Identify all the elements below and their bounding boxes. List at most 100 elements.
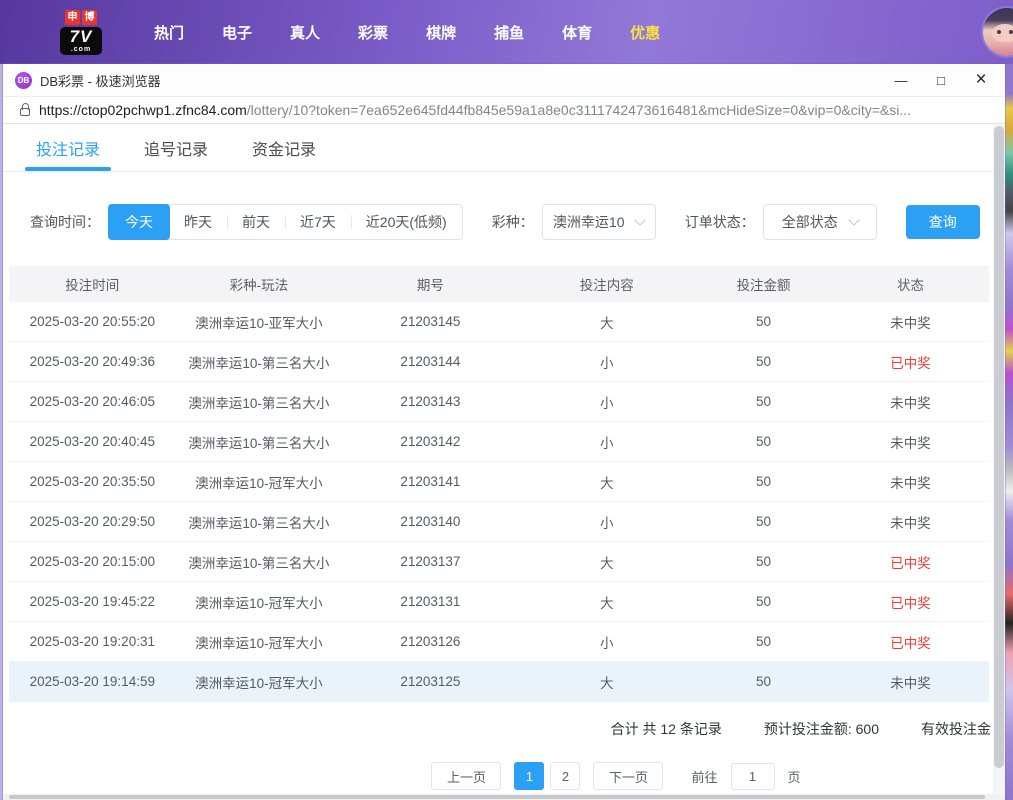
nav-item[interactable]: 电子 — [203, 22, 271, 43]
cell-game-play: 澳洲幸运10-冠军大小 — [176, 672, 343, 692]
cell-bet-content: 小 — [519, 432, 695, 452]
time-filter-group: 今天 昨天 前天 近7天 近20天(低频) — [108, 204, 463, 240]
time-filter-option[interactable]: 近20天(低频) — [351, 205, 462, 239]
filter-bar: 查询时间： 今天 昨天 前天 近7天 近20天(低频) 彩种： 澳洲幸运10 订… — [30, 204, 993, 240]
cell-bet-content: 小 — [519, 352, 695, 372]
record-tabs: 投注记录 追号记录 资金记录 — [3, 124, 993, 172]
time-filter-option[interactable]: 前天 — [227, 205, 285, 239]
column-header: 投注内容 — [519, 274, 695, 294]
cell-bet-time: 2025-03-20 20:40:45 — [9, 434, 176, 449]
status-filter-label: 订单状态： — [685, 212, 755, 232]
table-row: 2025-03-20 19:14:59 澳洲幸运10-冠军大小 21203125… — [9, 662, 989, 702]
cell-bet-content: 大 — [519, 312, 695, 332]
cell-status: 已中奖 — [832, 592, 989, 612]
nav-item[interactable]: 热门 — [135, 22, 203, 43]
minimize-icon[interactable]: — — [881, 66, 921, 94]
cell-bet-time: 2025-03-20 20:29:50 — [9, 514, 176, 529]
nav-item[interactable]: 捕鱼 — [475, 22, 543, 43]
address-bar[interactable]: https://ctop02pchwp1.zfnc84.com/lottery/… — [3, 96, 1005, 124]
cell-bet-amount: 50 — [695, 314, 832, 329]
logo-badge-bo: 博 — [82, 10, 97, 25]
cell-bet-content: 大 — [519, 472, 695, 492]
cell-game-play: 澳洲幸运10-第三名大小 — [176, 512, 343, 532]
chevron-down-icon — [848, 214, 859, 225]
nav-item[interactable]: 真人 — [271, 22, 339, 43]
tab[interactable]: 投注记录 — [36, 124, 100, 171]
close-icon[interactable]: × — [961, 66, 1001, 94]
vertical-scrollbar-thumb[interactable] — [994, 126, 1004, 768]
cell-bet-amount: 50 — [695, 474, 832, 489]
background-page-right-edge — [1005, 64, 1013, 800]
logo-com-text: .com — [60, 46, 102, 53]
horizontal-scrollbar-thumb[interactable] — [9, 795, 985, 799]
page-number-button[interactable]: 1 — [514, 762, 544, 790]
table-row: 2025-03-20 20:29:50 澳洲幸运10-第三名大小 2120314… — [9, 502, 989, 542]
site-logo[interactable]: 申 博 7V .com — [55, 10, 107, 55]
cell-issue-number: 21203141 — [342, 474, 518, 489]
logo-7v-text: 7V — [70, 27, 93, 46]
cell-issue-number: 21203140 — [342, 514, 518, 529]
cell-bet-amount: 50 — [695, 434, 832, 449]
lock-icon — [20, 108, 30, 116]
cell-bet-content: 大 — [519, 592, 695, 612]
cell-status: 未中奖 — [832, 392, 989, 412]
summary-valid-amount: 有效投注金 — [921, 719, 991, 739]
time-filter-option[interactable]: 今天 — [108, 204, 170, 240]
next-page-button[interactable]: 下一页 — [593, 762, 663, 790]
cell-issue-number: 21203137 — [342, 554, 518, 569]
vertical-scrollbar[interactable] — [993, 124, 1005, 800]
cell-bet-content: 小 — [519, 632, 695, 652]
cell-bet-content: 小 — [519, 392, 695, 412]
cell-bet-content: 大 — [519, 552, 695, 572]
cell-bet-amount: 50 — [695, 634, 832, 649]
window-title: DB彩票 - 极速浏览器 — [40, 71, 161, 90]
top-navigation: 热门 电子 真人 彩票 棋牌 捕鱼 体育 优惠 — [135, 22, 679, 43]
cell-bet-amount: 50 — [695, 554, 832, 569]
lottery-select-value: 澳洲幸运10 — [553, 212, 625, 232]
lottery-select[interactable]: 澳洲幸运10 — [542, 204, 656, 240]
table-row: 2025-03-20 20:40:45 澳洲幸运10-第三名大小 2120314… — [9, 422, 989, 462]
nav-item[interactable]: 体育 — [543, 22, 611, 43]
horizontal-scrollbar[interactable] — [3, 794, 1005, 800]
cell-bet-time: 2025-03-20 20:55:20 — [9, 314, 176, 329]
cell-status: 未中奖 — [832, 672, 989, 692]
cell-status: 未中奖 — [832, 312, 989, 332]
prev-page-button[interactable]: 上一页 — [431, 762, 501, 790]
nav-item[interactable]: 优惠 — [611, 22, 679, 43]
page-content: 投注记录 追号记录 资金记录 查询时间： 今天 昨天 前天 近7天 近20天(低… — [3, 124, 993, 800]
cell-issue-number: 21203131 — [342, 594, 518, 609]
app-icon: DB — [15, 72, 32, 89]
page-number-button[interactable]: 2 — [550, 762, 580, 790]
cell-game-play: 澳洲幸运10-第三名大小 — [176, 432, 343, 452]
table-row: 2025-03-20 20:49:36 澳洲幸运10-第三名大小 2120314… — [9, 342, 989, 382]
user-avatar[interactable] — [983, 8, 1013, 56]
nav-item[interactable]: 棋牌 — [407, 22, 475, 43]
cell-issue-number: 21203126 — [342, 634, 518, 649]
nav-item[interactable]: 彩票 — [339, 22, 407, 43]
tab[interactable]: 追号记录 — [144, 124, 208, 171]
cell-game-play: 澳洲幸运10-冠军大小 — [176, 472, 343, 492]
goto-page-label: 前往 — [691, 767, 717, 786]
cell-bet-amount: 50 — [695, 594, 832, 609]
time-filter-option[interactable]: 昨天 — [169, 205, 227, 239]
column-header: 投注金额 — [695, 274, 832, 294]
cell-bet-time: 2025-03-20 19:14:59 — [9, 674, 176, 689]
search-button[interactable]: 查询 — [906, 205, 980, 239]
cell-bet-time: 2025-03-20 20:46:05 — [9, 394, 176, 409]
time-filter-option[interactable]: 近7天 — [285, 205, 351, 239]
cell-game-play: 澳洲幸运10-冠军大小 — [176, 592, 343, 612]
cell-bet-content: 大 — [519, 672, 695, 692]
cell-bet-time: 2025-03-20 20:35:50 — [9, 474, 176, 489]
maximize-icon[interactable]: □ — [921, 66, 961, 94]
order-status-select[interactable]: 全部状态 — [763, 204, 877, 240]
cell-status: 未中奖 — [832, 512, 989, 532]
cell-bet-content: 小 — [519, 512, 695, 532]
column-header: 投注时间 — [9, 274, 176, 294]
table-header: 投注时间 彩种-玩法 期号 投注内容 投注金额 状态 — [9, 266, 989, 302]
cell-game-play: 澳洲幸运10-亚军大小 — [176, 312, 343, 332]
tab[interactable]: 资金记录 — [252, 124, 316, 171]
cell-bet-amount: 50 — [695, 354, 832, 369]
cell-bet-time: 2025-03-20 19:20:31 — [9, 634, 176, 649]
cell-game-play: 澳洲幸运10-第三名大小 — [176, 352, 343, 372]
goto-page-input[interactable] — [731, 763, 775, 790]
